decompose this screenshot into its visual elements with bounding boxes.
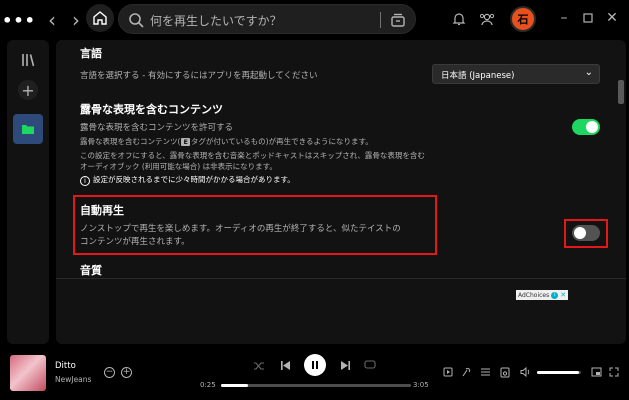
ad-close-icon[interactable]: ✕: [560, 291, 566, 299]
scrollbar-thumb[interactable]: [618, 80, 624, 104]
back-arrow-icon[interactable]: ‹: [42, 8, 62, 32]
adchoices-info-icon: i: [551, 291, 559, 299]
library-icon[interactable]: [20, 52, 36, 68]
progress-fill: [221, 384, 248, 387]
quality-heading: 音質: [80, 264, 102, 277]
create-playlist-button[interactable]: +: [18, 80, 38, 100]
lyrics-icon[interactable]: [460, 366, 472, 378]
explicit-off-line2: オーディオブック (利用可能な場合) は非表示になります。: [80, 162, 277, 171]
previous-track-icon[interactable]: [278, 358, 292, 372]
forward-arrow-icon[interactable]: ›: [66, 8, 86, 32]
volume-slider[interactable]: [537, 371, 581, 374]
volume-fill: [537, 371, 579, 374]
language-dropdown[interactable]: 日本語 (Japanese) ⌄: [432, 64, 600, 84]
explicit-off-line1: この設定をオフにすると、露骨な表現を含む音楽とポッドキャストはスキップされ、露骨…: [80, 151, 425, 160]
progress-bar[interactable]: [221, 384, 411, 387]
next-track-icon[interactable]: [338, 358, 352, 372]
shuffle-icon[interactable]: [252, 359, 266, 373]
search-icon: [129, 13, 144, 28]
add-to-library-icon[interactable]: +: [121, 367, 132, 378]
library-sidebar: +: [7, 40, 49, 344]
window-minimize-icon[interactable]: –: [556, 10, 572, 26]
now-playing-view-icon[interactable]: [442, 366, 454, 378]
settings-panel: 言語 言語を選択する - 有効にするにはアプリを再起動してください 日本語 (J…: [56, 40, 626, 344]
album-cover[interactable]: [10, 355, 46, 391]
explicit-toggle[interactable]: [572, 119, 600, 135]
explicit-note-text: 設定が反映されるまでに少々時間がかかる場合があります。: [93, 175, 295, 184]
autoplay-desc-line1: ノンストップで再生を楽しめます。オーディオの再生が終了すると、似たテイストの: [80, 224, 401, 234]
library-folder-item[interactable]: [13, 114, 43, 144]
search-divider: [380, 12, 381, 28]
plus-icon: +: [21, 80, 35, 100]
info-icon: i: [80, 176, 90, 186]
language-heading: 言語: [80, 47, 102, 60]
home-icon: [93, 11, 107, 25]
explicit-tag-text-2: タグが付いているもの)が再生できるようになります。: [190, 137, 373, 146]
repeat-icon[interactable]: [363, 358, 377, 372]
explicit-note: i 設定が反映されるまでに少々時間がかかる場合があります。: [80, 174, 295, 186]
fullscreen-icon[interactable]: [608, 366, 620, 378]
track-artist[interactable]: NewJeans: [55, 375, 91, 384]
toggle-knob: [586, 121, 598, 133]
section-divider: [56, 278, 626, 279]
search-bar[interactable]: 何を再生したいですか？: [118, 4, 416, 34]
toggle-knob: [574, 227, 586, 239]
window-close-icon[interactable]: ✕: [604, 10, 620, 26]
explicit-badge-icon: E: [181, 138, 190, 146]
browse-icon[interactable]: [389, 11, 407, 29]
folder-icon: [22, 125, 34, 134]
pause-button[interactable]: [304, 354, 326, 376]
volume-icon[interactable]: [519, 366, 531, 378]
user-avatar[interactable]: 石: [510, 6, 536, 32]
explicit-heading: 露骨な表現を含むコンテンツ: [80, 103, 223, 116]
autoplay-toggle[interactable]: [572, 225, 600, 241]
top-bar: ••• ‹ › 何を再生したいですか？ 石 – ✕: [0, 0, 629, 40]
home-button[interactable]: [86, 4, 114, 32]
notification-bell-icon[interactable]: [450, 10, 468, 28]
adchoices-badge[interactable]: AdChoices i ✕: [516, 290, 569, 300]
chevron-down-icon: ⌄: [584, 67, 593, 78]
menu-dots-icon[interactable]: •••: [2, 10, 35, 30]
friend-activity-icon[interactable]: [478, 10, 496, 28]
queue-icon[interactable]: [479, 366, 491, 378]
window-maximize-icon[interactable]: [580, 10, 596, 26]
elapsed-time: 0:25: [200, 381, 216, 389]
miniplayer-icon[interactable]: [590, 366, 602, 378]
track-title[interactable]: Ditto: [55, 361, 76, 371]
connect-device-icon[interactable]: [499, 366, 511, 378]
explicit-tag-line: 露骨な表現を含むコンテンツ(E タグが付いているもの)が再生できるようになります。: [80, 136, 373, 147]
now-playing-bar: Ditto NewJeans − + 0:25 3:05: [0, 348, 629, 400]
remove-from-library-icon[interactable]: −: [104, 367, 115, 378]
search-input[interactable]: 何を再生したいですか？: [150, 12, 282, 29]
language-description: 言語を選択する - 有効にするにはアプリを再起動してください: [80, 71, 318, 81]
explicit-tag-text: 露骨な表現を含むコンテンツ(: [80, 137, 181, 146]
duration-time: 3:05: [413, 381, 429, 389]
autoplay-desc-line2: コンテンツが再生されます。: [80, 237, 190, 247]
autoplay-heading: 自動再生: [80, 204, 124, 217]
language-selected: 日本語 (Japanese): [441, 71, 515, 81]
pause-icon: [312, 361, 318, 369]
explicit-allow-label: 露骨な表現を含むコンテンツを許可する: [80, 123, 234, 133]
adchoices-label: AdChoices: [518, 291, 550, 299]
